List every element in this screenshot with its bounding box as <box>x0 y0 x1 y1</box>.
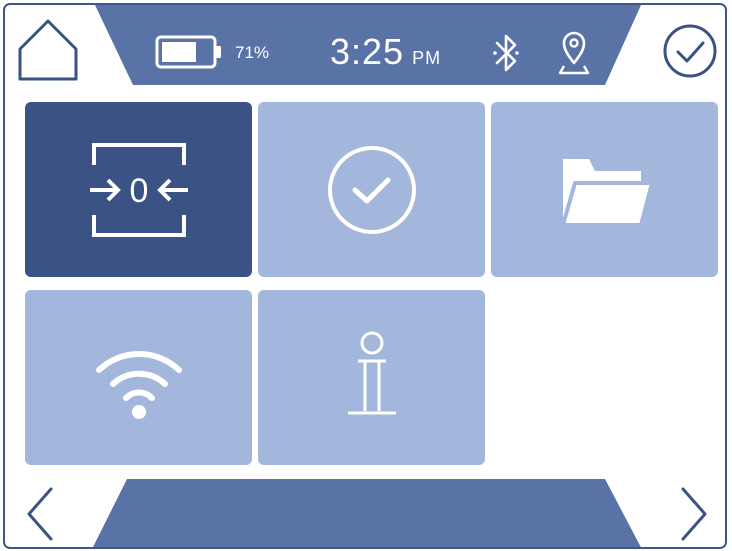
confirm-button[interactable] <box>660 21 720 81</box>
location-status <box>557 29 591 77</box>
time-value: 3:25 <box>330 31 405 72</box>
bottom-bar <box>93 479 641 547</box>
clock-check-icon <box>327 145 416 234</box>
chevron-right-icon <box>681 487 707 541</box>
wifi-icon <box>95 350 182 419</box>
zero-calibration-icon: 0 <box>89 142 188 237</box>
device-screen: 71% 3:25 PM 0 <box>3 3 727 549</box>
folder-tile[interactable] <box>491 102 718 277</box>
bluetooth-status <box>491 31 521 75</box>
home-button[interactable] <box>15 17 81 83</box>
battery-percent: 71% <box>235 43 270 62</box>
folder-icon <box>560 158 654 227</box>
next-page-button[interactable] <box>677 485 711 543</box>
info-tile[interactable] <box>258 290 485 465</box>
bluetooth-icon <box>493 34 519 72</box>
clock-tile[interactable] <box>258 102 485 277</box>
info-icon <box>347 331 396 414</box>
chevron-left-icon <box>27 487 53 541</box>
time-ampm: PM <box>412 48 442 68</box>
home-icon <box>18 19 78 81</box>
battery-icon <box>155 35 221 69</box>
battery-indicator <box>155 35 223 69</box>
zero-calibration-tile[interactable]: 0 <box>25 102 252 277</box>
previous-page-button[interactable] <box>23 485 57 543</box>
checkmark-circle-icon <box>663 24 717 78</box>
clock-time: 3:25 PM <box>330 31 441 73</box>
wifi-tile[interactable] <box>25 290 252 465</box>
location-pin-icon <box>558 31 590 75</box>
zero-label: 0 <box>129 172 148 210</box>
